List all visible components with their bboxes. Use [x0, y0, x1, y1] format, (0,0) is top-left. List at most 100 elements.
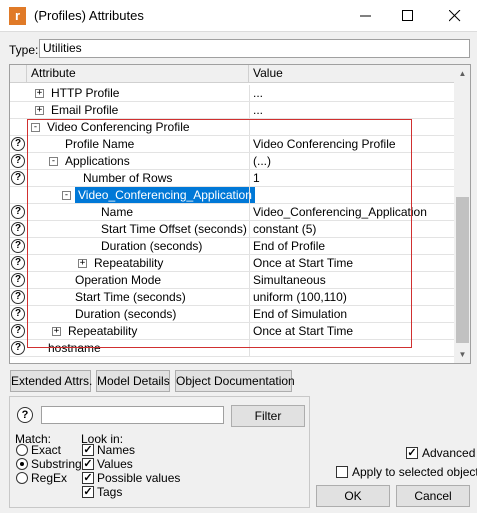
grid-row-repeatability[interactable]: ? + Repeatability Once at Start Time: [10, 323, 454, 340]
help-icon[interactable]: ?: [11, 222, 25, 236]
attribute-value[interactable]: Once at Start Time: [249, 255, 454, 271]
lookin-tags-label[interactable]: Tags: [97, 485, 122, 499]
attribute-name: Name: [101, 205, 134, 219]
grid-row-applications[interactable]: ? - Applications (...): [10, 153, 454, 170]
attribute-value[interactable]: constant (5): [249, 221, 454, 237]
attribute-name: Operation Mode: [75, 273, 162, 287]
help-icon[interactable]: ?: [11, 307, 25, 321]
help-icon[interactable]: ?: [11, 324, 25, 338]
lookin-possible-values-checkbox[interactable]: ✓: [82, 472, 94, 484]
help-icon[interactable]: ?: [11, 239, 25, 253]
attribute-value[interactable]: End of Simulation: [249, 306, 454, 322]
extended-attrs-button[interactable]: Extended Attrs.: [10, 370, 92, 392]
help-icon[interactable]: ?: [11, 256, 25, 270]
minimize-button[interactable]: [345, 0, 387, 32]
close-button[interactable]: [434, 0, 476, 32]
grid-row-http-profile[interactable]: + HTTP Profile...: [10, 85, 454, 102]
advanced-label[interactable]: Advanced: [422, 446, 475, 460]
attribute-value[interactable]: Video Conferencing Profile: [249, 136, 454, 152]
attribute-value[interactable]: 1: [249, 170, 454, 186]
help-icon[interactable]: ?: [17, 407, 33, 423]
attribute-name: Repeatability: [68, 324, 138, 338]
help-icon[interactable]: ?: [11, 205, 25, 219]
grid-row-start-time-offset[interactable]: ? Start Time Offset (seconds) constant (5): [10, 221, 454, 238]
grid-row-operation-mode[interactable]: ? Operation Mode Simultaneous: [10, 272, 454, 289]
grid-header: Attribute Value: [10, 65, 454, 83]
vertical-scrollbar[interactable]: ▲ ▼: [454, 65, 470, 363]
attribute-value[interactable]: [249, 187, 454, 203]
attribute-value[interactable]: Once at Start Time: [249, 323, 454, 339]
attribute-value[interactable]: End of Profile: [249, 238, 454, 254]
collapse-icon[interactable]: -: [31, 123, 40, 132]
attribute-value[interactable]: Simultaneous: [249, 272, 454, 288]
grid-row-app-name[interactable]: ? Name Video_Conferencing_Application: [10, 204, 454, 221]
attributes-grid[interactable]: Attribute Value + HTTP Profile... + Email P…: [9, 64, 471, 364]
attribute-value[interactable]: ...: [249, 85, 454, 101]
header-attribute[interactable]: Attribute: [27, 65, 249, 83]
attribute-value[interactable]: (...): [249, 153, 454, 169]
collapse-icon[interactable]: -: [49, 157, 58, 166]
filter-input[interactable]: [41, 406, 224, 424]
expand-icon[interactable]: +: [52, 327, 61, 336]
grid-row-app-duration[interactable]: ? Duration (seconds) End of Profile: [10, 238, 454, 255]
match-regex-label[interactable]: RegEx: [31, 471, 67, 485]
expand-icon[interactable]: +: [35, 106, 44, 115]
attribute-name: Start Time (seconds): [75, 290, 186, 304]
cancel-button[interactable]: Cancel: [396, 485, 470, 507]
grid-row-hostname[interactable]: ? hostname: [10, 340, 454, 357]
scroll-thumb[interactable]: [456, 197, 469, 343]
grid-row-email-profile[interactable]: + Email Profile...: [10, 102, 454, 119]
minimize-icon: [360, 15, 371, 17]
apply-selected-checkbox[interactable]: [336, 466, 348, 478]
help-icon[interactable]: ?: [11, 137, 25, 151]
lookin-values-label[interactable]: Values: [97, 457, 133, 471]
match-substring-label[interactable]: Substring: [31, 457, 82, 471]
attribute-value[interactable]: ...: [249, 102, 454, 118]
help-icon[interactable]: ?: [11, 341, 25, 355]
lookin-possible-values-label[interactable]: Possible values: [97, 471, 180, 485]
help-icon[interactable]: ?: [11, 290, 25, 304]
attribute-value[interactable]: uniform (100,110): [249, 289, 454, 305]
ok-button[interactable]: OK: [316, 485, 390, 507]
attribute-name: Video_Conferencing_Application: [75, 187, 255, 203]
lookin-values-checkbox[interactable]: ✓: [82, 458, 94, 470]
grid-row-video-conferencing-application[interactable]: - Video_Conferencing_Application: [10, 187, 454, 204]
scroll-down-icon[interactable]: ▼: [454, 346, 470, 363]
attribute-name: Start Time Offset (seconds): [101, 222, 247, 236]
lookin-tags-checkbox[interactable]: ✓: [82, 486, 94, 498]
lookin-names-checkbox[interactable]: ✓: [82, 444, 94, 456]
apply-selected-label[interactable]: Apply to selected objects: [352, 465, 477, 479]
object-documentation-button[interactable]: Object Documentation: [175, 370, 295, 392]
attribute-name: Profile Name: [65, 137, 135, 151]
maximize-button[interactable]: [387, 0, 429, 32]
match-substring-radio[interactable]: [16, 458, 28, 470]
attribute-value[interactable]: [249, 119, 454, 135]
window-title: (Profiles) Attributes: [34, 8, 144, 23]
match-regex-radio[interactable]: [16, 472, 28, 484]
grid-row-video-conferencing-profile[interactable]: - Video Conferencing Profile: [10, 119, 454, 136]
match-exact-radio[interactable]: [16, 444, 28, 456]
help-icon[interactable]: ?: [11, 154, 25, 168]
grid-row-start-time[interactable]: ? Start Time (seconds) uniform (100,110): [10, 289, 454, 306]
advanced-checkbox[interactable]: ✓: [406, 447, 418, 459]
help-icon[interactable]: ?: [11, 273, 25, 287]
expand-icon[interactable]: +: [35, 89, 44, 98]
title-bar[interactable]: r (Profiles) Attributes: [0, 0, 477, 32]
filter-button[interactable]: Filter: [231, 405, 305, 427]
attribute-value[interactable]: [249, 340, 454, 356]
grid-row-app-repeatability[interactable]: ? + Repeatability Once at Start Time: [10, 255, 454, 272]
type-label: Type:: [9, 43, 39, 57]
match-exact-label[interactable]: Exact: [31, 443, 61, 457]
type-field[interactable]: Utilities: [39, 39, 470, 58]
lookin-names-label[interactable]: Names: [97, 443, 135, 457]
help-icon[interactable]: ?: [11, 171, 25, 185]
model-details-button[interactable]: Model Details: [96, 370, 170, 392]
attribute-value[interactable]: Video_Conferencing_Application: [249, 204, 454, 220]
grid-row-duration[interactable]: ? Duration (seconds) End of Simulation: [10, 306, 454, 323]
header-value[interactable]: Value: [249, 65, 454, 83]
collapse-icon[interactable]: -: [62, 191, 71, 200]
expand-icon[interactable]: +: [78, 259, 87, 268]
grid-row-number-of-rows[interactable]: ? Number of Rows 1: [10, 170, 454, 187]
grid-row-profile-name[interactable]: ? Profile Name Video Conferencing Profile: [10, 136, 454, 153]
scroll-up-icon[interactable]: ▲: [454, 65, 470, 82]
